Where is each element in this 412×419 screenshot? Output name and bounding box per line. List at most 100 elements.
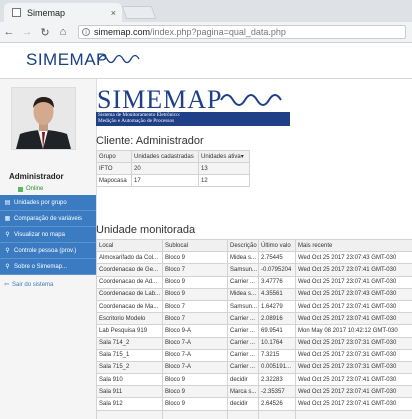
table-cell: Carrier ... xyxy=(227,324,259,338)
table-cell: Wed Oct 25 2017 23:07:41 GMT-030 xyxy=(295,373,412,387)
home-icon[interactable]: ⌂ xyxy=(54,26,72,38)
table-cell: 10.1764 xyxy=(258,336,296,350)
table-row[interactable]: Mapocasa 17 12 xyxy=(96,174,250,187)
table-row[interactable]: Sala 714_2 Bloco 7-A Carrier ... 10.1764 Wed… xyxy=(96,336,412,350)
table-row[interactable]: Sala 715_2 Bloco 7-A Carrier ... 0.005191..… xyxy=(96,360,412,375)
simemap-logo: SIMEMAP Sistema de Monitoramento Eletrôn… xyxy=(96,84,290,126)
sidebar-item-sobre[interactable]: ⚲ Sobre o Simemap... xyxy=(0,259,96,275)
table-cell: Bloco 9 xyxy=(162,397,228,411)
table-row[interactable]: Coordenacao de Ad... Bloco 9 Carrier ... 3.… xyxy=(96,275,412,289)
sidebar-item-controle-pessoa[interactable]: ⚲ Controle pessoa (prov.) xyxy=(0,243,96,259)
tab-close-icon[interactable]: × xyxy=(111,8,116,18)
reload-icon[interactable]: ↻ xyxy=(36,26,54,39)
table-cell: Sala 715_2 xyxy=(96,360,163,375)
table-cell: Bloco 9 xyxy=(162,385,228,399)
table-cell: Almoxarifado da Col... xyxy=(96,251,163,265)
table-cell: 2.32283 xyxy=(258,373,296,387)
table-cell: 2.64526 xyxy=(258,397,296,411)
table-row[interactable]: Coordenacao de Lab... Bloco 9 Midea s... 4.… xyxy=(96,287,412,301)
table-cell: Bloco 9 xyxy=(162,373,228,387)
address-bar[interactable]: i simemap.com/index.php?pagina=qual_data… xyxy=(78,25,406,39)
browser-toolbar: ← → ↻ ⌂ i simemap.com/index.php?pagina=q… xyxy=(0,22,412,43)
wave-icon xyxy=(98,54,140,64)
table-row[interactable]: Sala 912 Bloco 9 decidir 2.64526 Wed Oct 25 … xyxy=(96,397,412,411)
table-cell: Mapocasa xyxy=(96,174,132,187)
table-row[interactable]: IFTO 20 13 xyxy=(96,162,250,175)
table-cell: Carrier ... xyxy=(227,312,259,326)
table-row[interactable]: Almoxarifado da Col... Bloco 9 Midea s... 2… xyxy=(96,251,412,265)
column-header[interactable]: Local xyxy=(96,239,163,253)
page-icon xyxy=(12,8,21,17)
browser-tab[interactable]: Simemap × xyxy=(4,3,122,22)
table-cell: Bloco 7-A xyxy=(162,336,228,350)
table-cell: Wed Oct 25 2017 23:07:41 GMT-030 xyxy=(295,385,412,399)
new-tab-button[interactable] xyxy=(121,6,157,19)
table-cell: Bloco 9 xyxy=(162,275,228,289)
url-path: /index.php?pagina=qual_data.php xyxy=(150,27,286,37)
column-header[interactable]: Unidades cadastradas xyxy=(131,150,199,163)
user-icon: ⚲ xyxy=(5,248,10,254)
grupo-table: Grupo Unidades cadastradas Unidades ativ… xyxy=(96,150,250,187)
column-header[interactable]: Sublocal xyxy=(162,239,228,253)
table-row[interactable] xyxy=(96,409,412,419)
table-cell: Carrier ... xyxy=(227,336,259,350)
table-row[interactable]: Sala 715_1 Bloco 7-A Carrier ... 7.3215 Wed … xyxy=(96,348,412,362)
unidade-table-body: Almoxarifado da Col... Bloco 9 Midea s... 2… xyxy=(96,251,412,419)
unidade-table-wrapper[interactable]: Local Sublocal Descrição Último valo Mai… xyxy=(96,239,412,419)
site-header: SIMEMAP xyxy=(0,43,412,79)
logout-link[interactable]: ⇦ Sair do sistema xyxy=(0,278,96,291)
table-cell: 4.35561 xyxy=(258,287,296,301)
table-cell: Wed Oct 25 2017 23:07:31 GMT-030 xyxy=(295,360,412,375)
table-icon: ▦ xyxy=(4,216,11,222)
table-row[interactable]: Coordenacao de Ge... Bloco 7 Samsun... -0.0… xyxy=(96,263,412,277)
table-row[interactable]: Lab Pesquisa 919 Bloco 9-A Carrier ... 69.9… xyxy=(96,324,412,338)
table-cell: Wed Oct 25 2017 23:07:41 GMT-030 xyxy=(295,275,412,289)
table-cell: decidir xyxy=(227,373,259,387)
table-cell: Bloco 9 xyxy=(162,251,228,265)
table-row[interactable]: Coordenacao de Ma... Bloco 7 Samsun... 1.64… xyxy=(96,299,412,314)
url-host: simemap.com xyxy=(94,27,151,37)
unidade-heading: Unidade monitorada xyxy=(96,224,196,236)
table-cell: 17 xyxy=(131,174,199,187)
forward-icon[interactable]: → xyxy=(18,26,36,38)
info-icon[interactable]: i xyxy=(82,28,90,36)
table-cell: Coordenacao de Lab... xyxy=(96,287,163,301)
sidebar-item-unidades-por-grupo[interactable]: ▤ Unidades por grupo xyxy=(0,195,96,211)
table-row[interactable]: Sala 911 Bloco 9 Marca s... -2.35357 Wed Oct… xyxy=(96,385,412,399)
column-header[interactable]: Descrição xyxy=(227,239,259,253)
sidebar-item-comparacao[interactable]: ▦ Comparação de variáveis xyxy=(0,211,96,227)
cliente-heading: Cliente: Administrador xyxy=(96,135,204,147)
sidebar-item-label: Controle pessoa (prov.) xyxy=(14,247,77,254)
table-cell: Escritorio Modelo xyxy=(96,312,163,326)
sidebar-menu: ▤ Unidades por grupo ▦ Comparação de var… xyxy=(0,195,96,291)
table-row[interactable]: Sala 910 Bloco 9 decidir 2.32283 Wed Oct 25 … xyxy=(96,373,412,387)
table-cell: Wed Oct 25 2017 23:07:43 GMT-030 xyxy=(295,287,412,301)
column-header[interactable]: Unidades ativa▾ xyxy=(198,150,250,163)
browser-tab-strip: Simemap × xyxy=(0,0,412,22)
table-row[interactable]: Escritorio Modelo Bloco 7 Carrier ... 2.089… xyxy=(96,312,412,326)
online-indicator-icon xyxy=(18,186,23,192)
column-header[interactable]: Último valo xyxy=(258,239,296,253)
column-header[interactable]: Grupo xyxy=(96,150,132,163)
logo-name: SIMEMAP xyxy=(97,85,223,114)
info-icon: ⚲ xyxy=(5,264,10,270)
brand-name[interactable]: SIMEMAP xyxy=(26,50,108,70)
table-cell xyxy=(227,409,259,419)
sidebar-item-label: Unidades por grupo xyxy=(14,199,67,206)
table-cell: Wed Oct 25 2017 23:07:41 GMT-030 xyxy=(295,312,412,326)
table-cell: Bloco 7 xyxy=(162,299,228,314)
logout-label: Sair do sistema xyxy=(12,281,54,288)
table-cell: 2.75445 xyxy=(258,251,296,265)
column-header[interactable]: Mais recente xyxy=(295,239,412,253)
table-cell xyxy=(295,409,412,419)
table-cell: Carrier ... xyxy=(227,275,259,289)
table-cell: Coordenacao de Ma... xyxy=(96,299,163,314)
table-cell: Bloco 7 xyxy=(162,263,228,277)
table-cell: Wed Oct 25 2017 23:07:43 GMT-030 xyxy=(295,251,412,265)
logout-icon: ⇦ xyxy=(4,282,10,288)
avatar xyxy=(11,87,76,150)
sidebar-item-visualizar-mapa[interactable]: ⚲ Visualizar no mapa xyxy=(0,227,96,243)
back-icon[interactable]: ← xyxy=(0,26,18,38)
logo-wave-icon xyxy=(220,94,282,106)
table-cell: Sala 912 xyxy=(96,397,163,411)
